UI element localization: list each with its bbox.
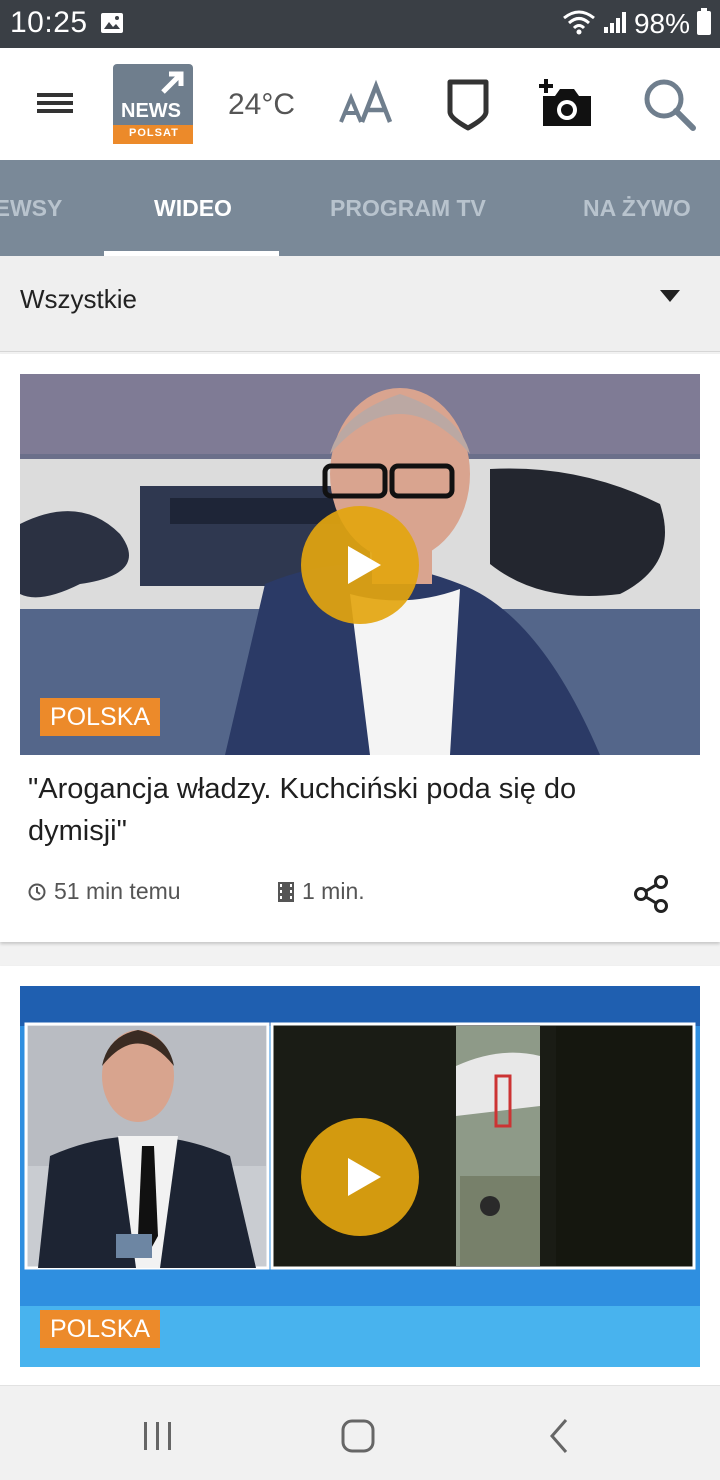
tab-newsy[interactable]: NEWSY [0, 160, 62, 256]
video-card[interactable]: POLSKA [0, 966, 720, 1396]
font-size-button[interactable] [338, 78, 394, 128]
tab-na-zywo[interactable]: NA ŻYWO [583, 160, 691, 256]
shield-icon [447, 79, 489, 131]
home-icon [341, 1419, 375, 1453]
system-navigation-bar [0, 1385, 720, 1480]
video-card[interactable]: POLSKA "Arogancja władzy. Kuchciński pod… [0, 354, 720, 942]
published-time: 51 min temu [28, 878, 181, 905]
recent-apps-icon [144, 1422, 171, 1450]
duration-text: 1 min. [302, 878, 365, 904]
search-button[interactable] [641, 76, 697, 132]
logo-news-text: NEWS [121, 100, 181, 122]
play-icon [348, 546, 381, 584]
play-icon [348, 1158, 381, 1196]
status-bar: 10:25 98% [0, 0, 720, 48]
hamburger-icon [37, 93, 73, 113]
tab-program-tv[interactable]: PROGRAM TV [330, 160, 486, 256]
time-ago-text: 51 min temu [54, 878, 181, 904]
video-thumbnail[interactable]: POLSKA [20, 986, 700, 1367]
share-icon [634, 875, 668, 913]
add-photo-button[interactable] [537, 78, 595, 130]
wifi-icon [562, 9, 596, 40]
temperature[interactable]: 24°C [228, 88, 295, 122]
recent-apps-button[interactable] [138, 1416, 178, 1456]
film-icon [278, 881, 294, 902]
app-header: NEWS POLSAT 24°C [0, 48, 720, 160]
search-icon [644, 79, 696, 131]
image-notification-icon [100, 12, 124, 34]
back-icon [550, 1419, 568, 1453]
share-button[interactable] [632, 874, 670, 914]
video-duration: 1 min. [278, 878, 365, 905]
clock-icon [28, 883, 46, 900]
section-tabs: NEWSY WIDEO PROGRAM TV NA ŻYWO [0, 160, 720, 256]
dropdown-caret-icon [660, 290, 680, 304]
play-button[interactable] [301, 1118, 419, 1236]
filter-selected-value: Wszystkie [20, 284, 137, 314]
category-badge[interactable]: POLSKA [40, 698, 161, 736]
back-button[interactable] [540, 1416, 580, 1456]
status-time: 10:25 [10, 6, 88, 39]
play-button[interactable] [301, 506, 419, 624]
tab-wideo[interactable]: WIDEO [154, 160, 232, 256]
signal-icon [602, 9, 628, 40]
polsat-news-logo[interactable]: NEWS POLSAT [113, 64, 193, 144]
logo-polsat-text: POLSAT [129, 127, 179, 139]
font-size-icon [339, 79, 393, 123]
shield-button[interactable] [446, 78, 490, 132]
category-badge[interactable]: POLSKA [40, 1310, 161, 1348]
category-filter-dropdown[interactable]: Wszystkie [0, 256, 720, 352]
camera-plus-icon [539, 79, 591, 126]
battery-percentage: 98% [633, 8, 690, 39]
article-title[interactable]: "Arogancja władzy. Kuchciński poda się d… [28, 768, 678, 852]
menu-button[interactable] [34, 86, 76, 120]
home-button[interactable] [338, 1416, 378, 1456]
video-thumbnail[interactable]: POLSKA [20, 374, 700, 755]
battery-icon [696, 7, 712, 41]
